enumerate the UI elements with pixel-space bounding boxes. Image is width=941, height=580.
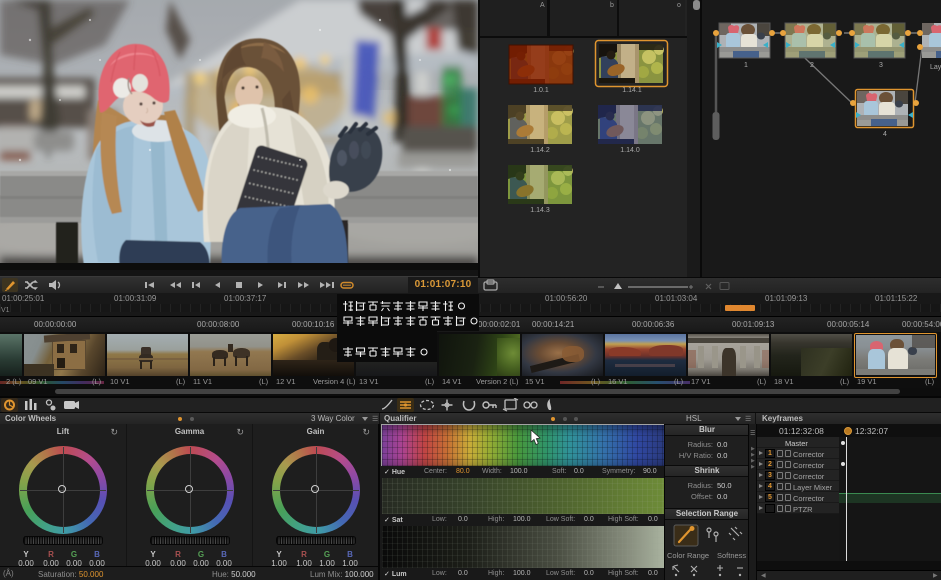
svg-text:1.14.1: 1.14.1 bbox=[622, 87, 642, 94]
svg-text:1.14.3: 1.14.3 bbox=[530, 207, 550, 214]
svg-text:1.0.1: 1.0.1 bbox=[533, 87, 549, 94]
svg-text:2: 2 bbox=[810, 62, 814, 69]
svg-text:1: 1 bbox=[744, 62, 748, 69]
svg-text:o: o bbox=[677, 2, 681, 9]
svg-text:3: 3 bbox=[879, 62, 883, 69]
svg-text:1.14.2: 1.14.2 bbox=[530, 147, 550, 154]
svg-text:b: b bbox=[610, 2, 614, 9]
svg-text:A: A bbox=[540, 2, 545, 9]
svg-text:Lay: Lay bbox=[930, 64, 941, 71]
svg-text:1.14.0: 1.14.0 bbox=[620, 147, 640, 154]
svg-text:4: 4 bbox=[883, 131, 887, 138]
svg-text:Color Range: Color Range bbox=[667, 551, 709, 560]
svg-text:Softness: Softness bbox=[717, 551, 746, 560]
